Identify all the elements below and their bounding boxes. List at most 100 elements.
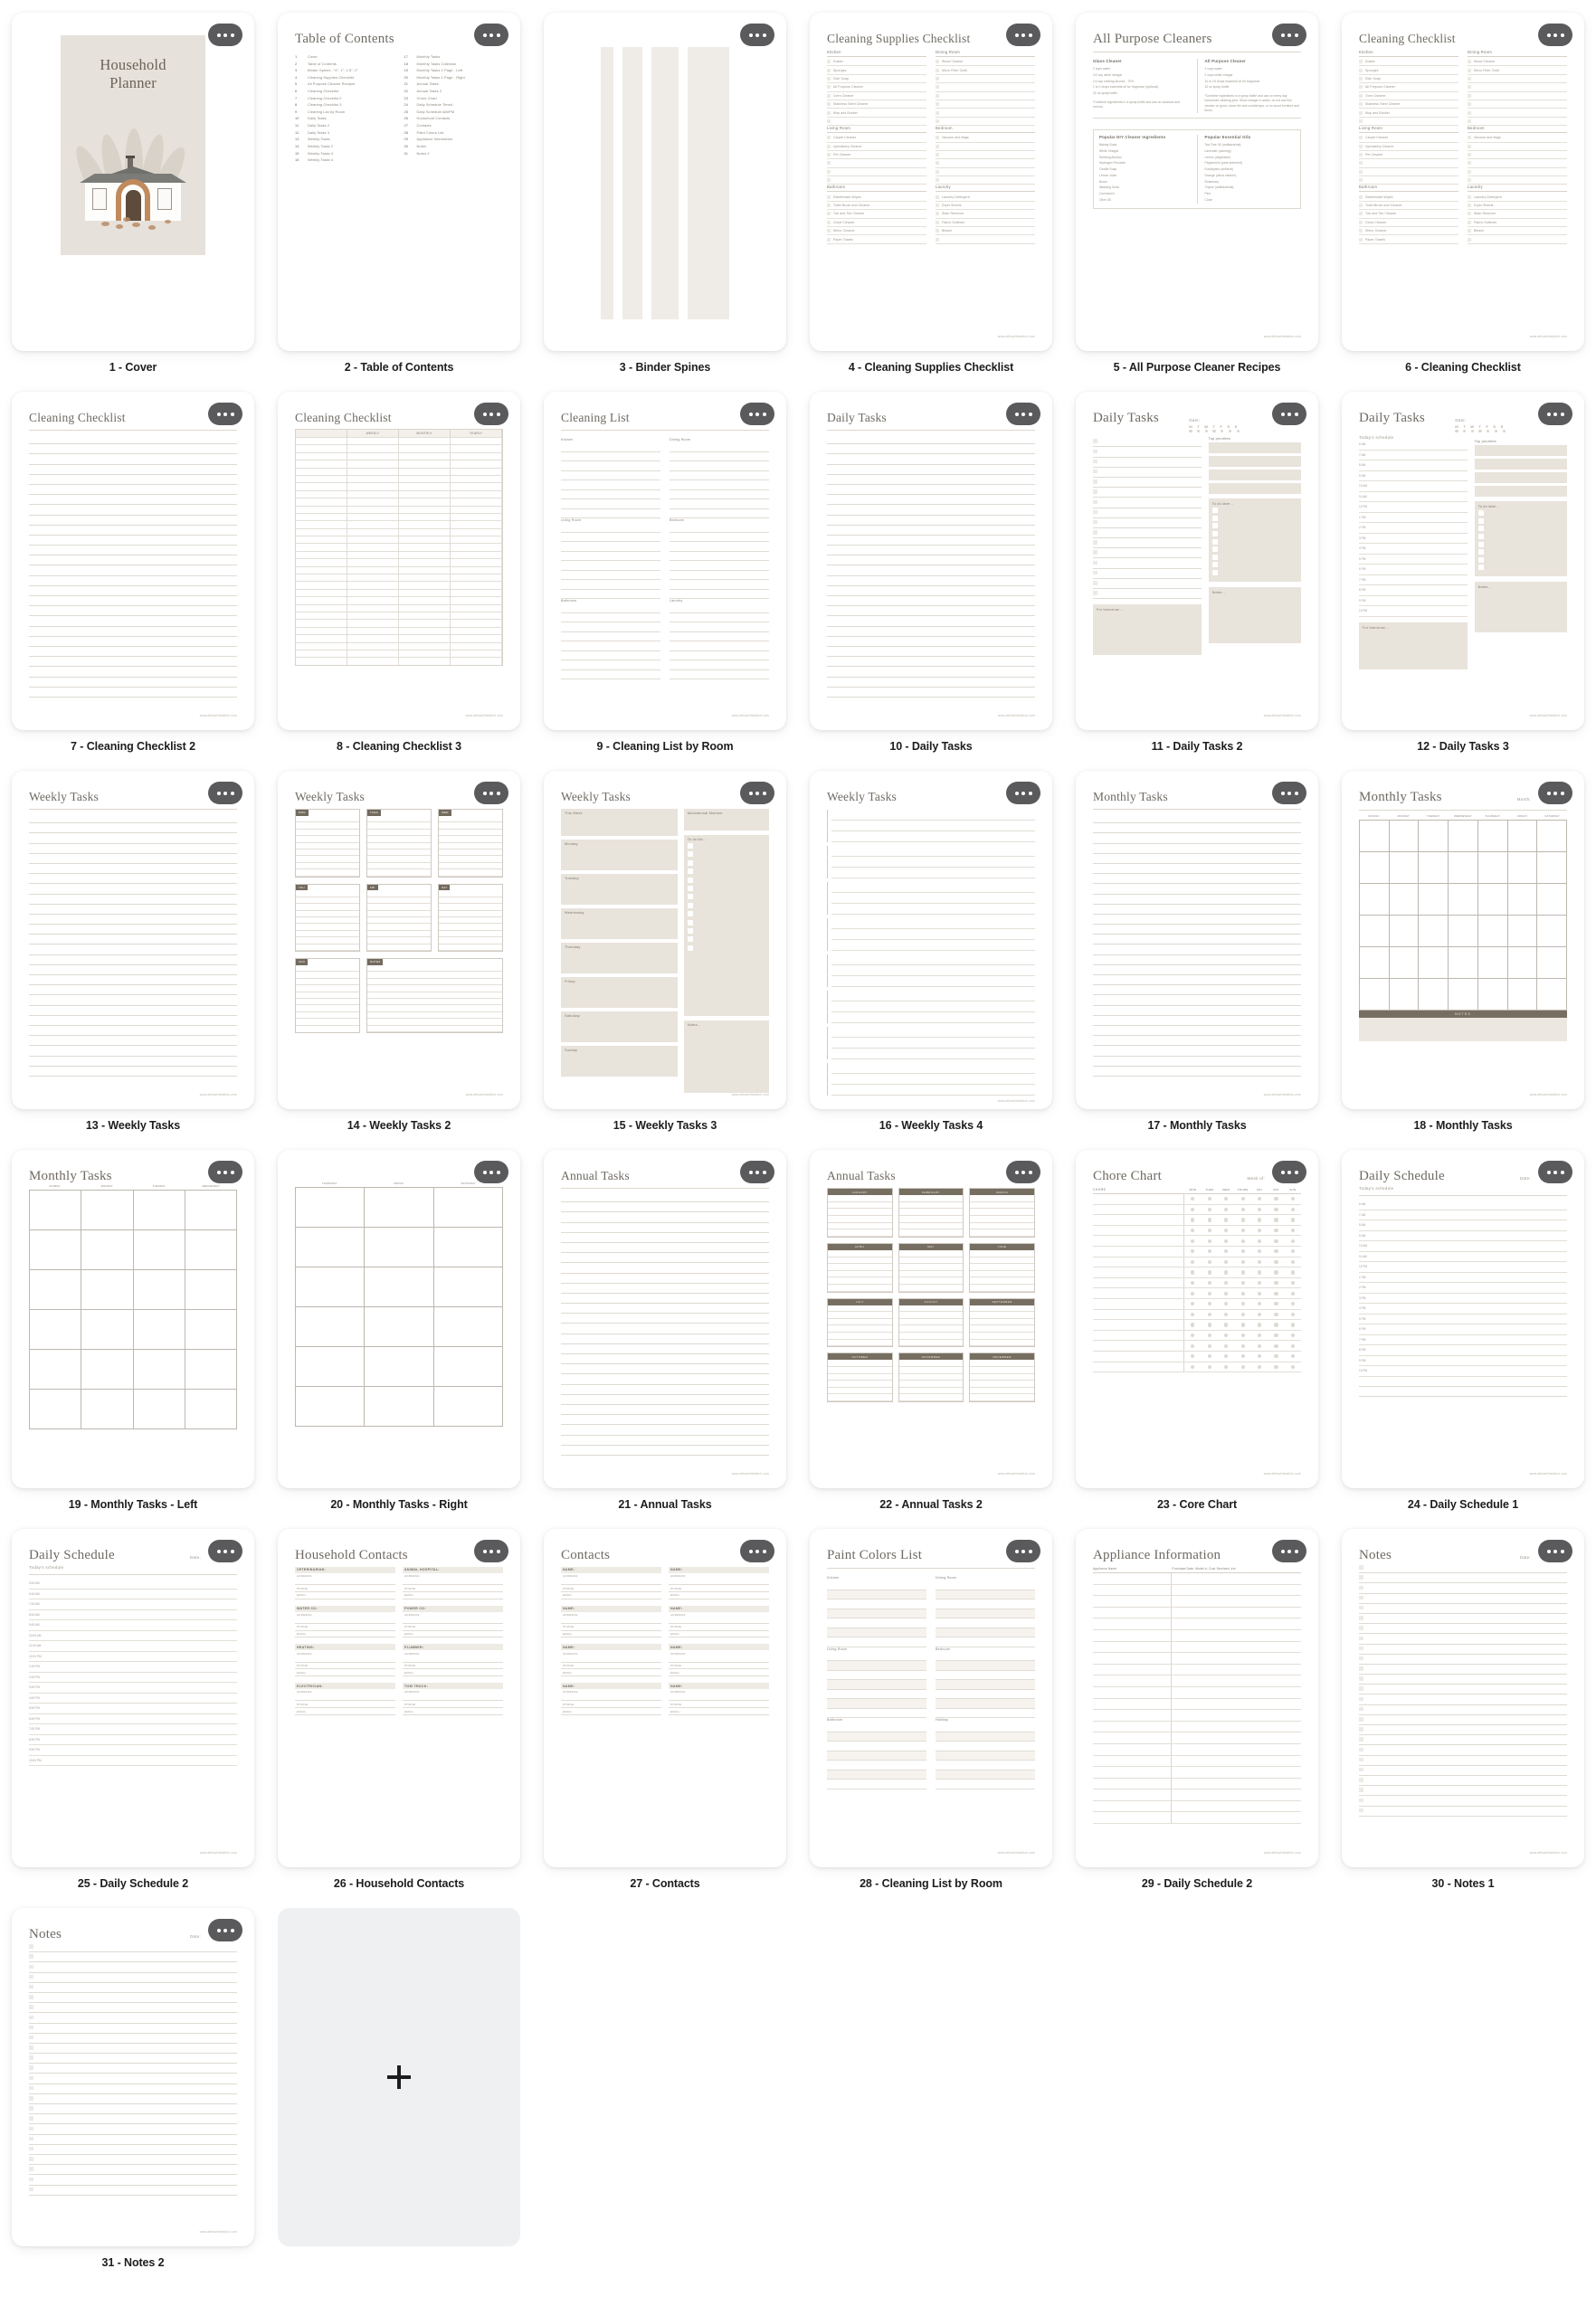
circle-icon[interactable]: [1274, 1354, 1278, 1359]
page-thumbnail-card[interactable]: Annual Tasks JANUARY FEBRUARY MARCH APRI…: [810, 1150, 1052, 1488]
appliance-row[interactable]: [1093, 1732, 1301, 1744]
table-row[interactable]: [296, 588, 502, 597]
contact-block[interactable]: ELECTRICIAN: ADDRESS: PHONE: EMAIL:: [295, 1683, 395, 1715]
appliance-row[interactable]: [1093, 1721, 1301, 1733]
chore-day-cell[interactable]: [1251, 1228, 1268, 1233]
chore-day-cell[interactable]: [1218, 1323, 1234, 1327]
checklist-item[interactable]: [936, 159, 1035, 168]
calendar-day-cell[interactable]: [365, 1267, 434, 1307]
calendar-day-cell[interactable]: [1507, 979, 1538, 1011]
toc-row[interactable]: 22 Annual Tasks 2: [404, 88, 504, 95]
checkbox-icon[interactable]: [1211, 515, 1218, 521]
checklist-item[interactable]: [827, 118, 926, 127]
page-thumbnail-card[interactable]: Annual Tasks www.withoutthestitch.com: [544, 1150, 786, 1488]
day-dot[interactable]: [1197, 430, 1201, 433]
contact-block[interactable]: VETERINARIAN: ADDRESS: PHONE: EMAIL:: [295, 1567, 395, 1599]
contact-block[interactable]: PLUMBER: ADDRESS: PHONE: EMAIL:: [403, 1644, 503, 1677]
chore-day-cell[interactable]: [1234, 1280, 1250, 1286]
circle-icon[interactable]: [1257, 1249, 1262, 1254]
schedule-row[interactable]: 9:00 PM: [29, 1745, 237, 1756]
circle-icon[interactable]: [1191, 1312, 1195, 1316]
ruled-line[interactable]: [936, 1690, 1035, 1699]
ruled-line[interactable]: [936, 1661, 1035, 1671]
appliance-name-field[interactable]: [1093, 1732, 1173, 1743]
chore-day-cell[interactable]: [1202, 1207, 1218, 1211]
contact-block[interactable]: HEATING: ADDRESS: PHONE: EMAIL:: [295, 1644, 395, 1677]
priority-slot[interactable]: [1474, 472, 1567, 484]
appliance-row[interactable]: [1093, 1664, 1301, 1676]
checklist-item[interactable]: [1359, 168, 1458, 177]
circle-icon[interactable]: [1274, 1323, 1278, 1327]
toc-row[interactable]: 5 All Purpose Cleaner Recipes: [295, 81, 394, 88]
circle-icon[interactable]: [1274, 1270, 1278, 1275]
circle-icon[interactable]: [1257, 1270, 1262, 1275]
toc-row[interactable]: 25 Daily Schedule AM/PM: [404, 109, 504, 116]
checklist-item[interactable]: Tub and Tile Cleaner: [1359, 210, 1458, 219]
toc-row[interactable]: 12 Daily Tasks 3: [295, 129, 394, 137]
circle-icon[interactable]: [1191, 1259, 1195, 1264]
schedule-row[interactable]: 2 PM: [1359, 523, 1468, 534]
priority-slot[interactable]: [1208, 442, 1301, 454]
chore-day-cell[interactable]: [1251, 1280, 1268, 1286]
circle-icon[interactable]: [1191, 1364, 1195, 1369]
checkbox-icon[interactable]: [936, 237, 939, 242]
checklist-item[interactable]: [936, 143, 1035, 151]
calendar-day-cell[interactable]: [1537, 979, 1568, 1011]
priority-slot[interactable]: [1208, 470, 1301, 481]
calendar-day-cell[interactable]: [1389, 916, 1420, 947]
calendar-day-cell[interactable]: [1477, 884, 1508, 916]
chore-day-cell[interactable]: [1268, 1228, 1284, 1233]
chore-row[interactable]: [1093, 1236, 1301, 1247]
contact-block[interactable]: WATER CO: ADDRESS: PHONE: EMAIL:: [295, 1605, 395, 1638]
page-options-button[interactable]: [1538, 1161, 1572, 1183]
contact-address-field[interactable]: ADDRESS:: [669, 1650, 769, 1663]
checkbox-icon[interactable]: [1359, 144, 1363, 148]
ruled-line[interactable]: [936, 1609, 1035, 1618]
calendar-day-cell[interactable]: [1449, 821, 1478, 852]
calendar-day-cell[interactable]: [30, 1191, 82, 1230]
weekday-segment[interactable]: [827, 1027, 1035, 1059]
schedule-row[interactable]: 6 PM: [1359, 565, 1468, 575]
circle-icon[interactable]: [1191, 1197, 1195, 1201]
table-row[interactable]: [296, 527, 502, 536]
checkbox-icon[interactable]: [936, 110, 939, 115]
calendar-day-cell[interactable]: [1507, 821, 1538, 852]
contact-phone-field[interactable]: PHONE:: [403, 1624, 503, 1631]
chore-name-field[interactable]: [1093, 1257, 1185, 1267]
checklist-item[interactable]: Fabric Softener: [1468, 219, 1567, 228]
ruled-line[interactable]: [936, 1599, 1035, 1609]
ruled-line[interactable]: [827, 1709, 926, 1718]
month-box[interactable]: APRIL: [827, 1242, 893, 1293]
chore-day-cell[interactable]: [1251, 1343, 1268, 1348]
chore-day-cell[interactable]: [1218, 1312, 1234, 1316]
weekday-segment[interactable]: [827, 846, 1035, 878]
checkbox-icon[interactable]: [1468, 153, 1471, 157]
checkbox-icon[interactable]: [1468, 144, 1471, 148]
toc-row[interactable]: 23 Chore Chart: [404, 95, 504, 102]
checklist-item[interactable]: Paper Towels: [827, 235, 926, 244]
ruled-line[interactable]: [827, 1751, 926, 1761]
chore-day-cell[interactable]: [1268, 1312, 1284, 1316]
toc-row[interactable]: 4 Cleaning Supplies Checklist: [295, 74, 394, 81]
appliance-name-field[interactable]: [1093, 1767, 1173, 1778]
checkbox-icon[interactable]: [1468, 136, 1471, 140]
chore-day-cell[interactable]: [1251, 1333, 1268, 1338]
schedule-row[interactable]: 9 AM: [1359, 471, 1468, 482]
contact-block[interactable]: NAME: ADDRESS: PHONE: EMAIL:: [561, 1683, 661, 1715]
appliance-detail-field[interactable]: [1172, 1722, 1301, 1732]
circle-icon[interactable]: [1207, 1312, 1211, 1316]
calendar-day-cell[interactable]: [1537, 821, 1568, 852]
circle-icon[interactable]: [1274, 1207, 1278, 1211]
chore-day-cell[interactable]: [1285, 1249, 1301, 1254]
circle-icon[interactable]: [1207, 1302, 1211, 1306]
appliance-row[interactable]: [1093, 1653, 1301, 1665]
schedule-row[interactable]: 1:00 PM: [29, 1662, 237, 1673]
page-options-button[interactable]: [1538, 1540, 1572, 1562]
calendar-day-cell[interactable]: [81, 1390, 134, 1429]
circle-icon[interactable]: [1290, 1354, 1295, 1359]
calendar-day-cell[interactable]: [433, 1228, 503, 1267]
contact-email-field[interactable]: EMAIL:: [669, 1669, 769, 1677]
checkbox-icon[interactable]: [827, 119, 831, 123]
contact-address-field[interactable]: ADDRESS:: [295, 1573, 395, 1586]
checkbox-icon[interactable]: [936, 60, 939, 64]
